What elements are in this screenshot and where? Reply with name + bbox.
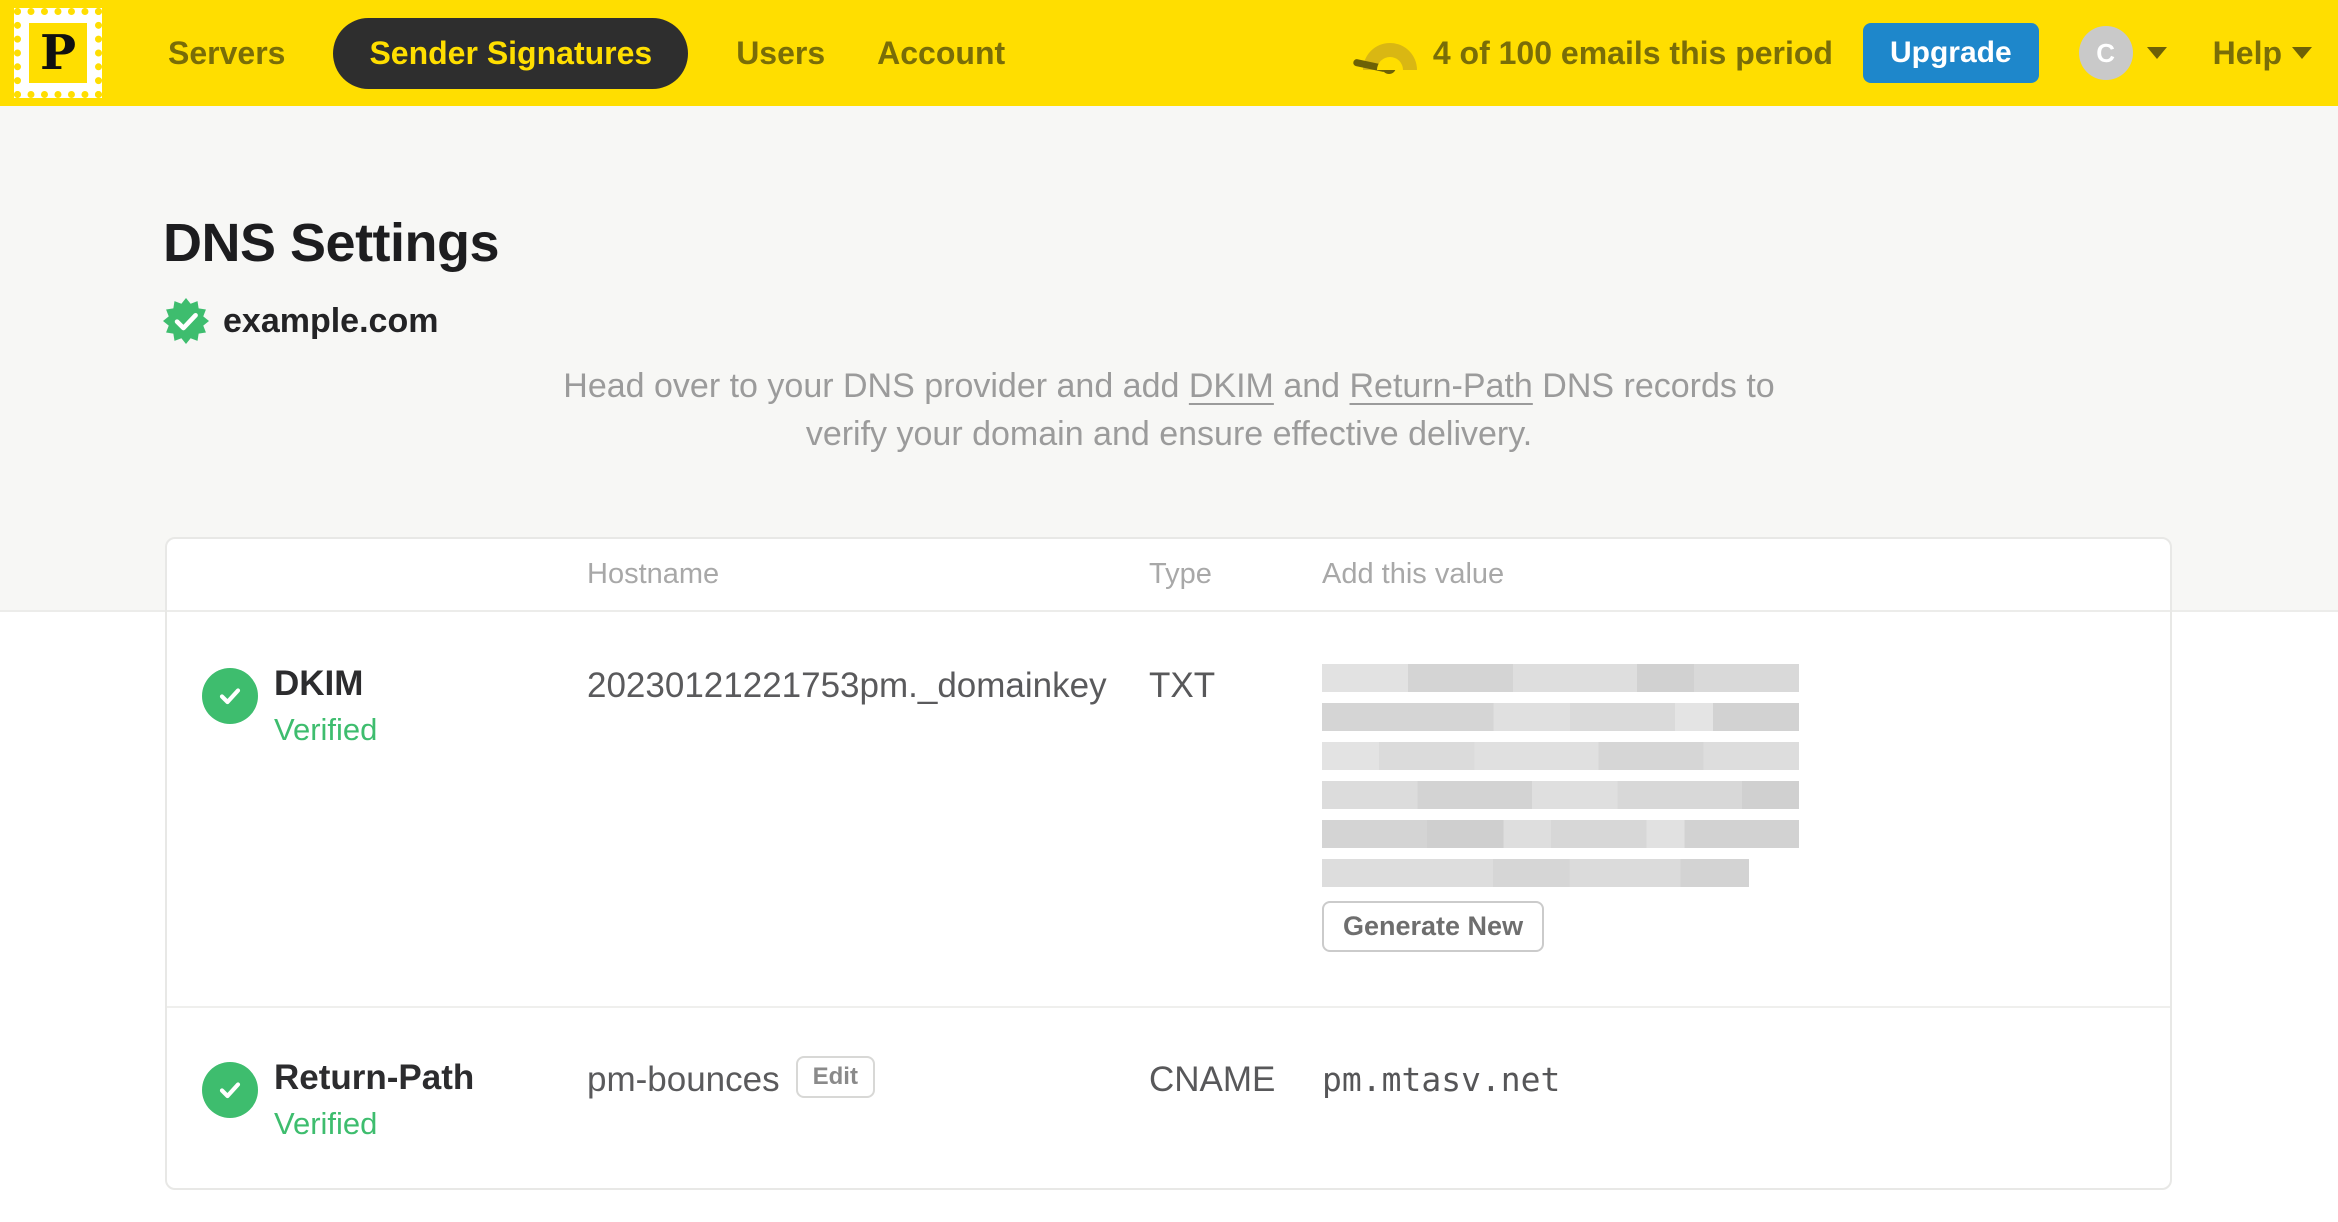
postmark-logo[interactable]: P [14,8,102,98]
chevron-down-icon [2146,47,2167,59]
gauge-pivot [1381,59,1396,74]
page-title: DNS Settings [163,213,500,273]
redacted-value-block [1322,781,1799,809]
top-nav-bar: P Servers Sender Signatures Users Accoun… [0,0,2338,106]
help-label: Help [2212,34,2282,71]
postmark-logo-letter: P [29,23,87,83]
nav-item-servers[interactable]: Servers [142,35,311,72]
verified-check-icon [202,1062,258,1118]
verified-domain: example.com [163,298,438,344]
hostname-value: pm-bounces [587,1060,780,1099]
nav-item-account[interactable]: Account [851,35,1031,72]
upgrade-button[interactable]: Upgrade [1862,23,2039,83]
redacted-value-block [1322,859,1749,887]
hostname-value: 20230121221753pm._domainkey [587,666,1107,705]
help-menu[interactable]: Help [2213,35,2312,72]
record-name: Return-Path [274,1058,475,1097]
description-text: and [1273,367,1350,405]
table-row-dkim: DKIM Verified 20230121221753pm._domainke… [167,612,2170,1008]
usage-meter: 4 of 100 emails this period [1352,34,1833,74]
domain-name: example.com [223,301,439,340]
avatar[interactable]: C [2078,26,2133,80]
table-header-row: Hostname Type Add this value [167,539,2170,612]
value-cell: pm.mtasv.net [1322,1058,2170,1186]
description-text: Head over to your DNS provider and add [563,367,1189,405]
redacted-dkim-value [1322,664,1799,887]
hostname-cell: pm-bounces Edit [587,1056,1149,1186]
gauge-icon [1352,42,1417,74]
redacted-value-block [1322,820,1799,848]
table-header-type: Type [1149,558,1212,590]
status-badge: Verified [274,1106,378,1141]
record-name-cell: Return-Path Verified [202,1058,587,1186]
edit-button[interactable]: Edit [795,1056,875,1098]
record-name-stack: DKIM Verified [274,664,377,1006]
nav-item-sender-signatures[interactable]: Sender Signatures [333,17,689,89]
type-cell: TXT [1149,666,1216,705]
generate-new-button[interactable]: Generate New [1322,901,1545,952]
record-name-cell: DKIM Verified [202,664,587,1006]
redacted-value-block [1322,664,1799,692]
page-description: Head over to your DNS provider and add D… [544,362,1794,458]
record-name-stack: Return-Path Verified [274,1058,474,1186]
redacted-value-block [1322,703,1799,731]
dns-records-card: Hostname Type Add this value DKIM Verifi… [165,537,2172,1190]
value-cell: Generate New [1322,664,2170,1006]
type-cell: CNAME [1149,1060,1276,1099]
verified-check-icon [202,668,258,724]
nav-item-users[interactable]: Users [710,35,851,72]
table-header-hostname: Hostname [587,558,720,590]
redacted-value-block [1322,742,1799,770]
return-path-link[interactable]: Return-Path [1350,367,1533,405]
verified-seal-icon [163,298,209,344]
table-row-return-path: Return-Path Verified pm-bounces Edit CNA… [167,1008,2170,1186]
record-name: DKIM [274,664,364,703]
nav-links: Servers Sender Signatures Users Account [142,17,1031,89]
table-header-value: Add this value [1322,558,1505,590]
dkim-link[interactable]: DKIM [1189,367,1274,405]
usage-text: 4 of 100 emails this period [1432,34,1833,71]
hostname-cell: 20230121221753pm._domainkey [587,664,1149,1006]
account-menu[interactable]: C [2078,26,2167,80]
status-badge: Verified [274,712,378,747]
cname-value: pm.mtasv.net [1322,1060,1561,1099]
chevron-down-icon [2292,47,2312,59]
